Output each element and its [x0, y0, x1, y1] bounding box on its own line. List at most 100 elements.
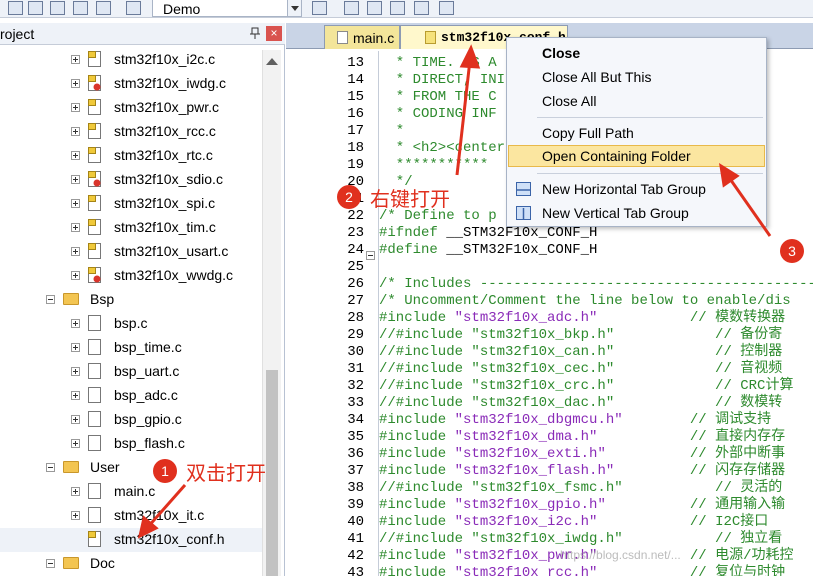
tree-file[interactable]: stm32f10x_sdio.c	[0, 168, 262, 192]
tree-item-label: stm32f10x_sdio.c	[114, 171, 223, 187]
file-extensions-icon[interactable]	[367, 1, 382, 15]
code-token: //#include "stm32f10x_fsmc.h" // 灵活的	[379, 480, 783, 496]
expand-toggle-icon[interactable]	[71, 439, 80, 448]
target-select[interactable]: Demo	[152, 0, 302, 17]
code-token: //#include "stm32f10x_iwdg.h" // 独立看	[379, 531, 783, 547]
fold-toggle-icon[interactable]	[366, 251, 375, 260]
menu-item-label: Close All	[542, 93, 597, 109]
tree-file[interactable]: bsp_gpio.c	[0, 408, 262, 432]
line-number: 34	[347, 412, 364, 428]
tree-file[interactable]: stm32f10x_i2c.c	[0, 48, 262, 72]
tree-file[interactable]: bsp.c	[0, 312, 262, 336]
select-packs-icon[interactable]	[414, 1, 429, 15]
tree-item-label: Bsp	[90, 291, 115, 307]
expand-toggle-icon[interactable]	[71, 415, 80, 424]
h-file-icon	[425, 31, 436, 44]
expand-toggle-icon[interactable]	[71, 511, 80, 520]
expand-toggle-icon[interactable]	[71, 151, 80, 160]
load-icon[interactable]	[28, 1, 43, 15]
code-line: //#include "stm32f10x_crc.h" // CRC计算	[379, 378, 813, 395]
menu-item-label: New Vertical Tab Group	[542, 205, 689, 221]
code-token: //#include "stm32f10x_dac.h" // 数模转	[379, 395, 783, 411]
expand-toggle-icon[interactable]	[71, 223, 80, 232]
menu-item-close-all[interactable]: Close All	[508, 90, 765, 112]
tree-file[interactable]: bsp_adc.c	[0, 384, 262, 408]
tree-file[interactable]: stm32f10x_rcc.c	[0, 120, 262, 144]
expand-toggle-icon[interactable]	[71, 487, 80, 496]
collapse-toggle-icon[interactable]	[46, 463, 55, 472]
menu-item-open-containing-folder[interactable]: Open Containing Folder	[508, 145, 765, 167]
source-file-icon	[88, 219, 101, 235]
expand-toggle-icon[interactable]	[71, 79, 80, 88]
expand-toggle-icon[interactable]	[71, 271, 80, 280]
download-icon[interactable]	[126, 1, 141, 15]
line-number: 23	[347, 225, 364, 241]
tree-file[interactable]: stm32f10x_iwdg.c	[0, 72, 262, 96]
expand-toggle-icon[interactable]	[71, 391, 80, 400]
code-token: #include	[379, 412, 455, 428]
collapse-toggle-icon[interactable]	[46, 559, 55, 568]
close-panel-icon[interactable]: ×	[266, 26, 282, 41]
pack-installer-icon[interactable]	[390, 1, 405, 15]
target-options-icon[interactable]	[312, 1, 327, 15]
expand-toggle-icon[interactable]	[71, 199, 80, 208]
code-line: //#include "stm32f10x_dac.h" // 数模转	[379, 395, 813, 412]
tree-folder[interactable]: Doc	[0, 552, 262, 576]
source-file-icon	[88, 387, 101, 403]
code-token: __STM32F10x_CONF_H	[437, 225, 598, 241]
layers-icon[interactable]	[73, 1, 88, 15]
chevron-down-icon[interactable]	[287, 0, 301, 16]
menu-item-new-horizontal-tab-group[interactable]: New Horizontal Tab Group	[508, 178, 765, 200]
run-time-env-icon[interactable]	[439, 1, 454, 15]
code-token: "stm32f10x_dbgmcu.h"	[454, 412, 623, 428]
tree-file[interactable]: bsp_time.c	[0, 336, 262, 360]
scrollbar-thumb[interactable]	[266, 370, 278, 576]
save-icon[interactable]	[50, 1, 65, 15]
tree-file[interactable]: stm32f10x_pwr.c	[0, 96, 262, 120]
menu-item-new-vertical-tab-group[interactable]: New Vertical Tab Group	[508, 202, 765, 224]
tree-file[interactable]: stm32f10x_wwdg.c	[0, 264, 262, 288]
collapse-toggle-icon[interactable]	[46, 295, 55, 304]
file-error-icon	[88, 75, 101, 91]
step-1-text: 双击打开	[186, 461, 266, 485]
code-token: // 通用输入输	[605, 497, 786, 513]
menu-item-close[interactable]: Close	[508, 42, 765, 64]
tree-file[interactable]: stm32f10x_it.c	[0, 504, 262, 528]
tree-file[interactable]: stm32f10x_usart.c	[0, 240, 262, 264]
tree-file[interactable]: stm32f10x_rtc.c	[0, 144, 262, 168]
expand-toggle-icon[interactable]	[71, 55, 80, 64]
options-icon[interactable]	[8, 1, 23, 15]
tree-scrollbar[interactable]	[262, 50, 281, 576]
expand-toggle-icon[interactable]	[71, 319, 80, 328]
vertical-tab-group-icon	[516, 206, 531, 220]
scroll-up-icon[interactable]	[266, 52, 278, 65]
source-file-icon	[88, 99, 101, 115]
source-file-icon	[88, 411, 101, 427]
source-file-icon	[88, 363, 101, 379]
step-1-badge: 1	[153, 459, 177, 483]
tree-file[interactable]: stm32f10x_tim.c	[0, 216, 262, 240]
expand-toggle-icon[interactable]	[71, 247, 80, 256]
tree-folder[interactable]: Bsp	[0, 288, 262, 312]
menu-item-close-all-but-this[interactable]: Close All But This	[508, 66, 765, 88]
pin-icon[interactable]	[249, 27, 261, 39]
menu-item-label: Copy Full Path	[542, 125, 634, 141]
menu-item-copy-full-path[interactable]: Copy Full Path	[508, 122, 765, 144]
tree-file[interactable]: stm32f10x_conf.h	[0, 528, 262, 552]
expand-toggle-icon[interactable]	[71, 367, 80, 376]
tree-item-label: stm32f10x_i2c.c	[114, 51, 216, 67]
expand-toggle-icon[interactable]	[71, 103, 80, 112]
tree-file[interactable]: bsp_flash.c	[0, 432, 262, 456]
tree-file[interactable]: bsp_uart.c	[0, 360, 262, 384]
multi-doc-icon[interactable]	[96, 1, 111, 15]
line-number: 39	[347, 497, 364, 513]
expand-toggle-icon[interactable]	[71, 127, 80, 136]
expand-toggle-icon[interactable]	[71, 175, 80, 184]
code-token: //#include "stm32f10x_can.h" // 控制器	[379, 344, 783, 360]
manage-components-icon[interactable]	[344, 1, 359, 15]
code-token: #include	[379, 548, 455, 564]
tree-file[interactable]: stm32f10x_spi.c	[0, 192, 262, 216]
expand-toggle-icon[interactable]	[71, 343, 80, 352]
menu-separator	[537, 117, 763, 118]
tab-main-c[interactable]: main.c	[324, 25, 400, 49]
